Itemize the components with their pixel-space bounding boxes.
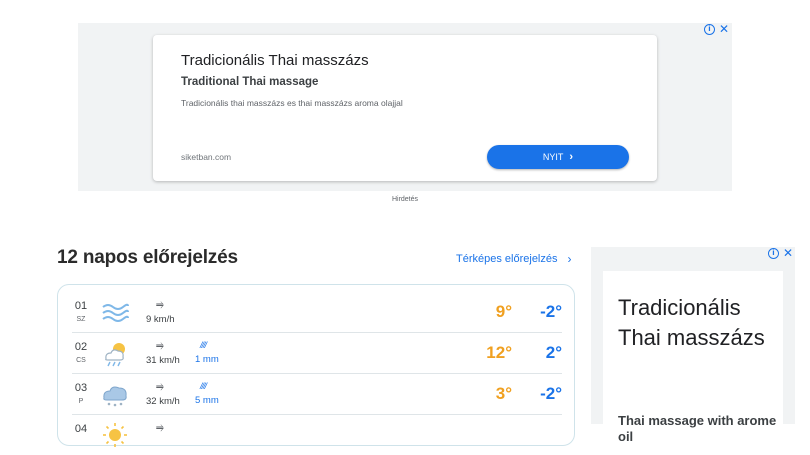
max-temperature: 9° (495, 302, 512, 321)
right-ad-banner[interactable]: i ✕ Tradicionális Thai masszázs Thai mas… (591, 247, 795, 444)
ad-controls: i ✕ (703, 23, 729, 35)
rain-amount: 1 mm (195, 354, 219, 365)
chevron-right-icon: › (569, 151, 574, 163)
min-temperature: 2° (545, 343, 562, 362)
day-number: 03 (74, 382, 88, 394)
ad-card[interactable]: Tradicionális Thai masszázs Traditional … (153, 35, 657, 181)
sun-rain-icon (105, 343, 125, 367)
wind-icon (102, 303, 129, 322)
wind-direction-icon: ⥤ (156, 299, 164, 310)
ad-info-icon[interactable]: i (703, 24, 715, 35)
forecast-row[interactable]: 03 P ⥤ 32 km/h //// 5 mm 3° -2° (72, 373, 562, 415)
min-temperature: -2° (540, 384, 562, 403)
day-abbr: P (78, 398, 84, 405)
ad-card[interactable]: Tradicionális Thai masszázs Thai massage… (603, 271, 783, 444)
rain-icon: //// (200, 340, 207, 350)
wind-direction-icon: ⥤ (156, 381, 164, 392)
ad-title[interactable]: Tradicionális Thai masszázs (618, 293, 778, 353)
forecast-title: 12 napos előrejelzés (57, 247, 238, 268)
sun-icon (103, 423, 127, 447)
ad-open-button-label: NYIT (542, 152, 564, 162)
forecast-list: 01 SZ ⥤ 9 km/h 9° -2° 02 CS ⥤ 31 km/h //… (57, 284, 575, 447)
wind-speed: 31 km/h (146, 355, 180, 366)
max-temperature: 12° (486, 343, 512, 362)
ad-subtitle: Thai massage with arome oil (618, 413, 777, 444)
ad-controls: i ✕ (767, 247, 793, 259)
ad-subtitle: Traditional Thai massage (181, 76, 319, 88)
forecast-row[interactable]: 04 ⥤ (72, 414, 562, 455)
wind-speed: 9 km/h (146, 314, 175, 325)
ad-title[interactable]: Tradicionális Thai masszázs (181, 52, 369, 69)
max-temperature: 3° (495, 384, 512, 403)
wind-speed: 32 km/h (146, 396, 180, 407)
ad-domain: siketban.com (181, 152, 232, 162)
forecast-row[interactable]: 02 CS ⥤ 31 km/h //// 1 mm 12° 2° (72, 332, 562, 374)
day-abbr: CS (76, 357, 86, 364)
day-number: 02 (74, 341, 88, 353)
chevron-right-icon: › (567, 252, 572, 266)
map-forecast-link-label: Térképes előrejelzés (456, 253, 558, 265)
ad-open-button[interactable]: NYIT › (487, 145, 629, 169)
forecast-row[interactable]: 01 SZ ⥤ 9 km/h 9° -2° (72, 291, 562, 333)
snow-cloud-icon (103, 386, 127, 407)
ad-close-icon[interactable]: ✕ (783, 247, 793, 259)
day-number: 04 (74, 423, 88, 435)
day-abbr: SZ (76, 316, 86, 323)
ad-description: Tradicionális thai masszázs es thai mass… (181, 98, 403, 108)
rain-icon: //// (200, 381, 207, 391)
ad-label: Hirdetés (391, 196, 419, 203)
ad-info-icon[interactable]: i (767, 248, 779, 259)
map-forecast-link[interactable]: Térképes előrejelzés › (456, 252, 572, 266)
min-temperature: -2° (540, 302, 562, 321)
ad-close-icon[interactable]: ✕ (719, 23, 729, 35)
top-ad-banner[interactable]: i ✕ Tradicionális Thai masszázs Traditio… (78, 23, 732, 191)
day-number: 01 (74, 300, 88, 312)
rain-amount: 5 mm (195, 395, 219, 406)
wind-direction-icon: ⥤ (156, 340, 164, 351)
